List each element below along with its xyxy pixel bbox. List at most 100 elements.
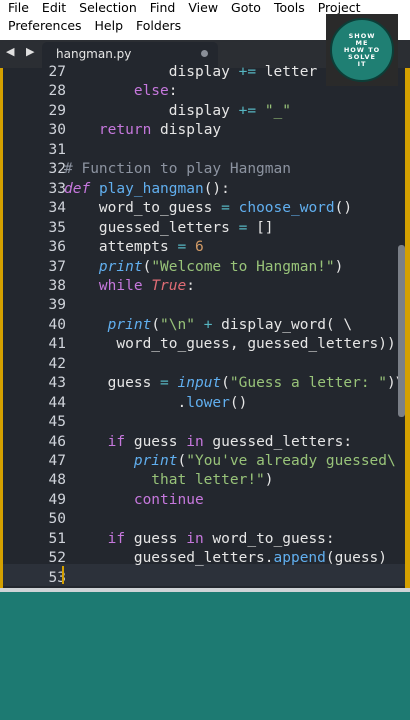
code-token: : — [168, 83, 178, 100]
line-number: 37 — [48, 258, 66, 275]
code-token: True — [151, 277, 187, 294]
code-line[interactable]: while True: — [64, 278, 195, 294]
code-token: (guess) — [325, 550, 388, 567]
code-line[interactable]: if guess in word_to_guess: — [64, 531, 335, 547]
code-line[interactable]: # Function to play Hangman — [64, 161, 291, 177]
tab-title: hangman.py — [56, 47, 132, 61]
editor-scrollbar[interactable] — [398, 245, 405, 417]
code-line[interactable]: word_to_guess = choose_word() — [64, 200, 352, 216]
menu-row-secondary: Preferences Help Folders — [8, 18, 194, 36]
code-token: guess — [125, 530, 187, 547]
code-token: word_to_guess — [64, 200, 222, 217]
code-token: in — [186, 530, 204, 547]
line-number: 38 — [48, 277, 66, 294]
code-token: input — [177, 375, 222, 392]
code-token: ) — [264, 472, 274, 489]
code-line[interactable]: display += letter — [64, 64, 317, 80]
line-number: 35 — [48, 219, 66, 236]
line-number: 46 — [48, 433, 66, 450]
code-line[interactable]: continue — [64, 492, 204, 508]
menu-item-tools[interactable]: Tools — [274, 0, 305, 18]
code-line[interactable]: display += "_" — [64, 103, 291, 119]
code-line[interactable]: def play_hangman(): — [64, 181, 230, 197]
line-number: 53 — [48, 569, 66, 586]
code-token: print — [64, 258, 143, 275]
line-number: 40 — [48, 316, 66, 333]
code-token: display — [64, 64, 239, 80]
logo-text: IT — [357, 59, 367, 68]
code-line[interactable]: .lower() — [64, 395, 247, 411]
menu-item-edit[interactable]: Edit — [42, 0, 66, 18]
code-line[interactable]: attempts = 6 — [64, 239, 204, 255]
code-token: guess — [64, 375, 161, 392]
line-number: 36 — [48, 239, 66, 256]
editor-border-right — [405, 68, 410, 588]
menu-item-file[interactable]: File — [8, 0, 29, 18]
line-number: 41 — [48, 336, 66, 353]
code-line[interactable]: print("\n" + display_word( \ — [64, 317, 352, 333]
tab-nav-arrows[interactable]: ◀ ▶ — [6, 45, 38, 58]
code-token: guessed_letters — [64, 219, 239, 236]
unsaved-dot-icon[interactable] — [201, 50, 208, 57]
code-token: print — [64, 453, 178, 469]
code-line[interactable]: guessed_letters = [] — [64, 220, 274, 236]
code-token: continue — [64, 491, 204, 508]
code-token: += — [238, 102, 257, 119]
code-token: () — [334, 200, 353, 217]
code-line[interactable]: that letter!") — [64, 472, 274, 489]
code-line[interactable]: print("You've already guessed\ — [64, 453, 396, 469]
code-token: ) — [334, 258, 344, 275]
line-number: 47 — [48, 453, 66, 469]
line-number: 32 — [48, 161, 66, 178]
text-cursor — [62, 566, 64, 584]
code-token: guessed_letters. — [64, 550, 274, 567]
code-line[interactable]: guessed_letters.append(guess) — [64, 550, 387, 566]
line-number: 39 — [48, 297, 66, 314]
menu-item-view[interactable]: View — [188, 0, 218, 18]
code-token: += — [238, 64, 257, 80]
code-token: # Function to play Hangman — [64, 161, 291, 178]
code-token: choose_word — [238, 200, 335, 217]
menu-item-goto[interactable]: Goto — [231, 0, 261, 18]
line-number: 48 — [48, 472, 66, 489]
code-line[interactable]: word_to_guess, guessed_letters)) — [64, 336, 396, 353]
menu-item-help[interactable]: Help — [95, 18, 124, 36]
editor-border-left — [0, 68, 3, 588]
code-token: . — [64, 394, 187, 411]
code-token: guess — [125, 433, 187, 450]
code-token: ( — [151, 316, 161, 333]
code-token: display — [151, 122, 222, 139]
line-number: 43 — [48, 375, 66, 392]
code-line[interactable]: guess = input("Guess a letter: ")\ — [64, 375, 405, 391]
code-line[interactable]: print("Welcome to Hangman!") — [64, 259, 343, 275]
code-token: while — [64, 277, 143, 294]
line-number: 30 — [48, 122, 66, 139]
menu-item-preferences[interactable]: Preferences — [8, 18, 82, 36]
line-number: 50 — [48, 511, 66, 528]
menu-item-find[interactable]: Find — [150, 0, 176, 18]
line-number: 31 — [48, 141, 66, 158]
code-token: 6 — [194, 239, 204, 256]
code-line[interactable]: else: — [64, 83, 178, 99]
line-number: 29 — [48, 102, 66, 119]
menu-row-primary: File Edit Selection Find View Goto Tools Projec… — [8, 0, 374, 18]
code-token: return — [64, 122, 152, 139]
code-token: if — [64, 433, 126, 450]
code-token: word_to_guess: — [203, 530, 335, 547]
code-line[interactable]: return display — [64, 122, 221, 138]
code-token: "\n" — [160, 316, 195, 333]
code-token: play_hangman — [98, 180, 204, 197]
menu-item-selection[interactable]: Selection — [79, 0, 137, 18]
code-token: in — [186, 433, 204, 450]
code-line[interactable]: if guess in guessed_letters: — [64, 434, 352, 450]
line-number: 44 — [48, 394, 66, 411]
menu-item-folders[interactable]: Folders — [136, 18, 181, 36]
code-token: = — [177, 239, 187, 256]
code-token: = — [160, 375, 169, 392]
code-token: display_word( \ — [212, 316, 353, 333]
code-token: word_to_guess, guessed_letters)) — [64, 336, 396, 353]
